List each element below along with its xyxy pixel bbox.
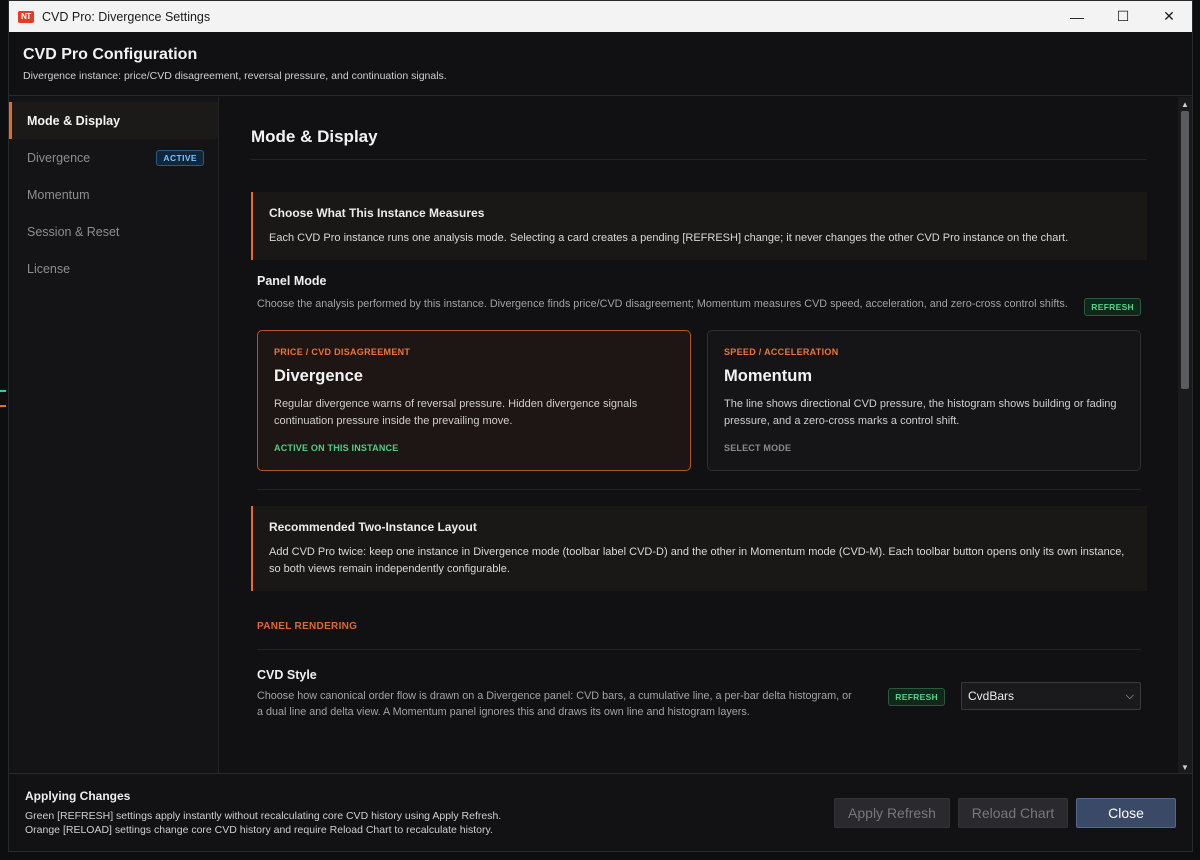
sidebar-item-divergence[interactable]: Divergence ACTIVE <box>9 139 218 176</box>
footer-line-reload: Orange [RELOAD] settings change core CVD… <box>25 824 493 836</box>
settings-window: NT CVD Pro: Divergence Settings — ☐ ✕ CV… <box>8 0 1193 852</box>
maximize-button[interactable]: ☐ <box>1100 1 1146 32</box>
footer-line-refresh: Green [REFRESH] settings apply instantly… <box>25 810 502 822</box>
scrollbar-thumb[interactable] <box>1181 111 1189 389</box>
cvd-style-select[interactable]: CvdBars ⌵ <box>961 682 1141 710</box>
panel-rendering-label: PANEL RENDERING <box>257 621 358 632</box>
sidebar-item-momentum[interactable]: Momentum <box>9 176 218 213</box>
minimize-button[interactable]: — <box>1054 1 1100 32</box>
cvd-style-setting: CVD Style Choose how canonical order flo… <box>251 668 1147 720</box>
sidebar-item-session-reset[interactable]: Session & Reset <box>9 213 218 250</box>
apply-refresh-button[interactable]: Apply Refresh <box>834 798 950 828</box>
card-body: Regular divergence warns of reversal pre… <box>274 398 638 427</box>
group-divider <box>257 649 1141 650</box>
refresh-badge: REFRESH <box>1084 298 1141 316</box>
momentum-mode-card[interactable]: SPEED / ACCELERATION Momentum The line s… <box>707 330 1141 471</box>
sidebar-item-label: Session & Reset <box>27 224 120 239</box>
chart-edge-marker <box>0 405 6 407</box>
scroll-down-icon[interactable]: ▼ <box>1180 762 1190 772</box>
refresh-badge: REFRESH <box>888 688 945 706</box>
config-header: CVD Pro Configuration Divergence instanc… <box>9 32 1192 96</box>
config-title: CVD Pro Configuration <box>23 46 198 63</box>
sidebar-item-mode-display[interactable]: Mode & Display <box>9 102 218 139</box>
content-inner: Mode & Display Choose What This Instance… <box>251 97 1147 720</box>
settings-body: Mode & Display Divergence ACTIVE Momentu… <box>9 97 1192 774</box>
sidebar: Mode & Display Divergence ACTIVE Momentu… <box>9 97 219 774</box>
content-panel[interactable]: Mode & Display Choose What This Instance… <box>219 97 1192 774</box>
reload-chart-button[interactable]: Reload Chart <box>958 798 1068 828</box>
chevron-down-icon: ⌵ <box>1125 689 1134 702</box>
callout-title: Recommended Two-Instance Layout <box>269 520 477 534</box>
card-state: ACTIVE ON THIS INSTANCE <box>274 443 399 453</box>
sidebar-item-license[interactable]: License <box>9 250 218 287</box>
card-title: Momentum <box>724 367 812 385</box>
panel-mode-title: Panel Mode <box>257 274 327 288</box>
window-controls: — ☐ ✕ <box>1054 1 1192 32</box>
callout-body: Add CVD Pro twice: keep one instance in … <box>269 546 1125 575</box>
section-divider <box>257 489 1141 490</box>
card-kicker: PRICE / CVD DISAGREEMENT <box>274 347 411 357</box>
window-title: CVD Pro: Divergence Settings <box>42 9 211 24</box>
title-bar[interactable]: NT CVD Pro: Divergence Settings — ☐ ✕ <box>9 1 1192 32</box>
page-title: Mode & Display <box>251 127 1147 160</box>
app-logo-icon: NT <box>18 10 34 23</box>
panel-mode-setting: Panel Mode Choose the analysis performed… <box>251 274 1147 316</box>
sidebar-item-label: Mode & Display <box>27 113 121 128</box>
sidebar-item-label: Divergence <box>27 150 91 165</box>
footer-buttons: Apply Refresh Reload Chart Close <box>834 798 1176 828</box>
callout-title: Choose What This Instance Measures <box>269 206 485 220</box>
close-button[interactable]: Close <box>1076 798 1176 828</box>
footer: Applying Changes Green [REFRESH] setting… <box>9 773 1192 851</box>
close-window-button[interactable]: ✕ <box>1146 1 1192 32</box>
card-kicker: SPEED / ACCELERATION <box>724 347 839 357</box>
mode-cards: PRICE / CVD DISAGREEMENT Divergence Regu… <box>251 330 1147 471</box>
callout-body: Each CVD Pro instance runs one analysis … <box>269 232 1069 244</box>
config-subtitle: Divergence instance: price/CVD disagreem… <box>23 70 447 82</box>
vertical-scrollbar[interactable]: ▲ ▼ <box>1178 97 1192 774</box>
sidebar-item-label: License <box>27 261 71 276</box>
sidebar-item-label: Momentum <box>27 187 90 202</box>
cvd-style-title: CVD Style <box>257 668 317 682</box>
layout-callout: Recommended Two-Instance Layout Add CVD … <box>251 506 1147 591</box>
card-body: The line shows directional CVD pressure,… <box>724 398 1117 427</box>
cvd-style-value: CvdBars <box>968 689 1015 703</box>
chart-edge-marker <box>0 390 6 392</box>
card-state: SELECT MODE <box>724 443 792 453</box>
panel-mode-description: Choose the analysis performed by this in… <box>257 298 1068 310</box>
card-title: Divergence <box>274 367 363 385</box>
measure-callout: Choose What This Instance Measures Each … <box>251 192 1147 260</box>
cvd-style-description: Choose how canonical order flow is drawn… <box>257 690 852 718</box>
divergence-mode-card[interactable]: PRICE / CVD DISAGREEMENT Divergence Regu… <box>257 330 691 471</box>
active-badge: ACTIVE <box>156 149 204 166</box>
scroll-up-icon[interactable]: ▲ <box>1180 99 1190 109</box>
